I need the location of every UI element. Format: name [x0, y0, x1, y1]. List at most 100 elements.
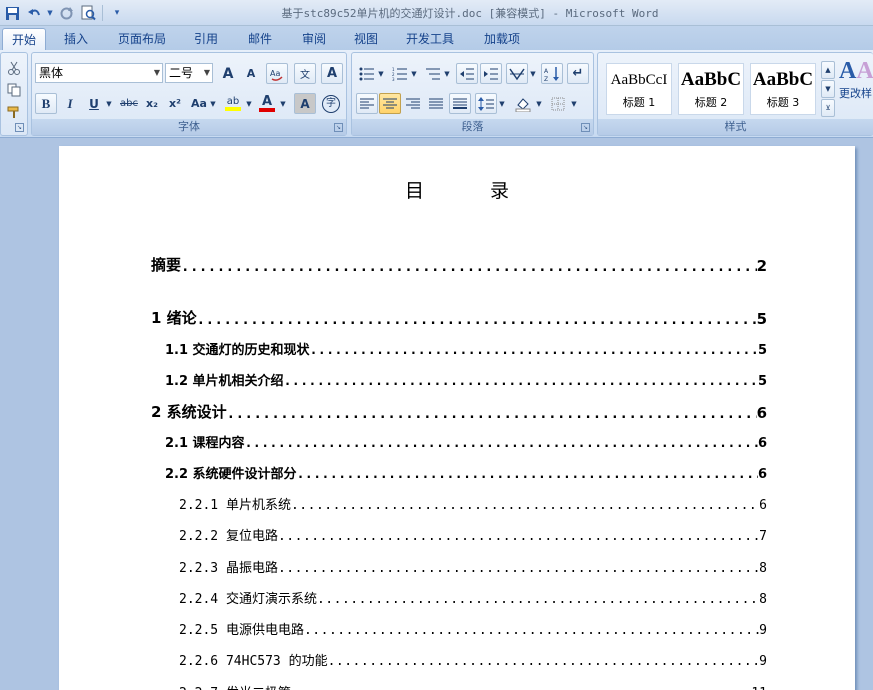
font-name-combo[interactable]: 黑体 ▼ — [35, 63, 163, 83]
toc-entry[interactable]: 1.2 单片机相关介绍 5 — [165, 370, 767, 389]
tab-page-layout[interactable]: 页面布局 — [110, 28, 174, 50]
change-case-dropdown-icon[interactable]: ▼ — [208, 93, 218, 114]
sort-icon[interactable]: AZ — [541, 63, 563, 84]
increase-indent-icon[interactable] — [480, 63, 502, 84]
highlight-dropdown-icon[interactable]: ▼ — [244, 93, 254, 114]
svg-text:Z: Z — [544, 76, 548, 82]
tab-insert[interactable]: 插入 — [52, 28, 100, 50]
tab-view[interactable]: 视图 — [342, 28, 390, 50]
toc-entry-text: 2.2 系统硬件设计部分 — [165, 467, 297, 482]
font-color-swatch — [259, 107, 275, 112]
align-right-icon[interactable] — [402, 93, 424, 114]
tab-references[interactable]: 引用 — [182, 28, 230, 50]
justify-icon[interactable] — [425, 93, 447, 114]
underline-dropdown-icon[interactable]: ▼ — [104, 93, 114, 114]
font-size-combo[interactable]: 二号 ▼ — [165, 63, 213, 83]
grow-font-button[interactable]: A — [217, 63, 239, 84]
toc-entry[interactable]: 2.1 课程内容 6 — [165, 432, 767, 451]
distributed-icon[interactable] — [449, 93, 471, 114]
align-center-icon[interactable] — [379, 93, 401, 114]
toc-title-text: 目 录 — [404, 180, 540, 202]
redo-icon[interactable] — [56, 3, 76, 23]
character-shading-button[interactable]: A — [294, 93, 316, 114]
toc-leader-dots — [310, 343, 758, 358]
toc-title: 目 录 — [59, 176, 855, 203]
bold-button[interactable]: B — [35, 93, 57, 114]
paragraph-dialog-launcher-icon[interactable]: ↘ — [581, 123, 590, 132]
toc-entry-text: 1.2 单片机相关介绍 — [165, 374, 284, 389]
print-preview-icon[interactable] — [78, 3, 98, 23]
undo-dropdown-icon[interactable]: ▼ — [46, 3, 54, 23]
toc-entry[interactable]: 2.2.3 晶振电路 8 — [179, 557, 767, 576]
tab-review[interactable]: 审阅 — [290, 28, 338, 50]
superscript-button[interactable]: x² — [164, 93, 186, 114]
toc-entry[interactable]: 1 绪论 5 — [151, 307, 767, 328]
shrink-font-button[interactable]: A — [240, 63, 262, 84]
toc-entry[interactable]: 2.2 系统硬件设计部分 6 — [165, 463, 767, 482]
style-heading-1[interactable]: AaBbCcI 标题 1 — [606, 63, 672, 115]
borders-icon[interactable] — [547, 93, 569, 114]
numbering-dropdown-icon[interactable]: ▼ — [409, 63, 419, 84]
shading-icon[interactable] — [512, 93, 534, 114]
document-area[interactable]: 目 录 摘要 2 1 绪论 5 1.1 交通灯的历史和现状 5 1.2 单片机相关介绍… — [0, 139, 873, 690]
tab-developer[interactable]: 开发工具 — [398, 28, 462, 50]
tab-home[interactable]: 开始 — [2, 28, 46, 50]
bullets-dropdown-icon[interactable]: ▼ — [376, 63, 386, 84]
window-title: 基于stc89c52单片机的交通灯设计.doc [兼容模式] - Microso… — [281, 7, 659, 20]
style-heading-2[interactable]: AaBbC 标题 2 — [678, 63, 744, 115]
toc-entry[interactable]: 1.1 交通灯的历史和现状 5 — [165, 339, 767, 358]
change-case-button[interactable]: Aa — [188, 93, 210, 114]
multilevel-list-icon[interactable] — [422, 63, 444, 84]
styles-scroll-up-icon[interactable]: ▲ — [821, 61, 835, 79]
numbering-icon[interactable]: 123 — [389, 63, 411, 84]
styles-scroll-down-icon[interactable]: ▼ — [821, 80, 835, 98]
chinese-layout-icon[interactable] — [506, 63, 528, 84]
style-heading-3[interactable]: AaBbC 标题 3 — [750, 63, 816, 115]
underline-button[interactable]: U — [83, 93, 105, 114]
tab-mailings[interactable]: 邮件 — [236, 28, 284, 50]
subscript-button[interactable]: x₂ — [141, 93, 163, 114]
document-page[interactable]: 目 录 摘要 2 1 绪论 5 1.1 交通灯的历史和现状 5 1.2 单片机相关介绍… — [59, 146, 855, 690]
font-color-dropdown-icon[interactable]: ▼ — [278, 93, 288, 114]
chinese-layout-dropdown-icon[interactable]: ▼ — [528, 63, 538, 84]
clear-formatting-button[interactable]: Aa — [266, 63, 288, 84]
clipboard-dialog-launcher-icon[interactable]: ↘ — [15, 123, 24, 132]
cut-icon[interactable] — [3, 57, 25, 78]
toc-entry[interactable]: 2 系统设计 6 — [151, 401, 767, 422]
shading-dropdown-icon[interactable]: ▼ — [534, 93, 544, 114]
customize-icon[interactable]: ▾ — [107, 3, 127, 23]
toc-entry[interactable]: 2.2.2 复位电路 7 — [179, 525, 767, 544]
strikethrough-button[interactable]: abc — [118, 93, 140, 114]
multilevel-dropdown-icon[interactable]: ▼ — [442, 63, 452, 84]
toolbar-separator — [102, 5, 103, 21]
text-highlight-button[interactable]: ab — [222, 93, 244, 114]
font-dialog-launcher-icon[interactable]: ↘ — [334, 123, 343, 132]
save-icon[interactable] — [2, 3, 22, 23]
undo-icon[interactable] — [24, 3, 44, 23]
borders-dropdown-icon[interactable]: ▼ — [569, 93, 579, 114]
change-styles-button[interactable]: AA 更改样 — [839, 57, 873, 115]
decrease-indent-icon[interactable] — [456, 63, 478, 84]
styles-more-icon[interactable]: ⊻ — [821, 99, 835, 117]
tab-add-ins[interactable]: 加载项 — [472, 28, 532, 50]
toc-entry-page: 6 — [759, 498, 767, 513]
toc-entry[interactable]: 摘要 2 — [151, 254, 767, 275]
toc-entry[interactable]: 2.2.7 发光二极管 11 — [179, 682, 767, 690]
toc-entry[interactable]: 2.2.5 电源供电电路 9 — [179, 619, 767, 638]
style-heading-2-name: 标题 2 — [694, 96, 728, 109]
toc-entry[interactable]: 2.2.4 交通灯演示系统 8 — [179, 588, 767, 607]
line-spacing-dropdown-icon[interactable]: ▼ — [497, 93, 507, 114]
align-left-icon[interactable] — [356, 93, 378, 114]
phonetic-guide-button[interactable]: 文 — [294, 63, 316, 84]
format-painter-icon[interactable] — [3, 101, 25, 122]
toc-entry[interactable]: 2.2.6 74HC573 的功能 9 — [179, 650, 767, 669]
enclose-characters-button[interactable]: 字 — [320, 93, 342, 114]
line-spacing-icon[interactable] — [475, 93, 497, 114]
font-color-button[interactable]: A — [256, 93, 278, 114]
character-border-button[interactable]: A — [321, 63, 343, 84]
copy-icon[interactable] — [3, 79, 25, 100]
show-marks-icon[interactable]: ↵ — [567, 63, 589, 84]
bullets-icon[interactable] — [356, 63, 378, 84]
toc-entry[interactable]: 2.2.1 单片机系统 6 — [179, 494, 767, 513]
italic-button[interactable]: I — [59, 93, 81, 114]
